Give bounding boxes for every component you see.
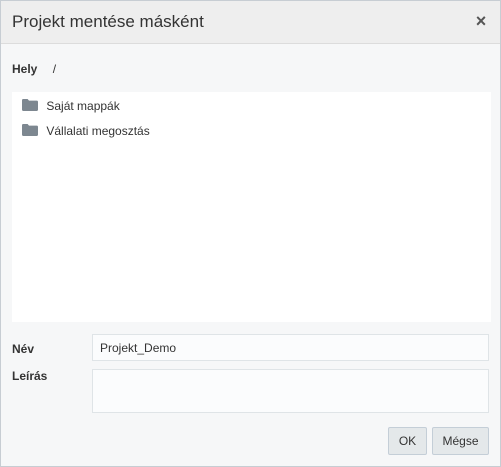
location-path[interactable]: / (53, 62, 56, 76)
folder-label: Saját mappák (46, 98, 120, 113)
location-label: Hely (12, 62, 38, 76)
dialog-header: Projekt mentése másként × (1, 1, 500, 44)
folder-item-my-folders[interactable]: Saját mappák (22, 97, 120, 113)
ok-button[interactable]: OK (388, 427, 427, 455)
folder-icon (22, 98, 38, 111)
description-input[interactable] (92, 369, 489, 413)
dialog-title: Projekt mentése másként (12, 12, 204, 31)
close-icon[interactable]: × (474, 11, 488, 31)
folder-item-company-share[interactable]: Vállalati megosztás (22, 122, 150, 138)
name-input[interactable] (92, 334, 489, 361)
folder-icon (22, 123, 38, 136)
save-as-dialog: Projekt mentése másként × Hely / Saját m… (0, 0, 501, 467)
folder-label: Vállalati megosztás (46, 123, 150, 138)
cancel-button[interactable]: Mégse (432, 427, 489, 455)
name-label: Név (12, 342, 35, 356)
description-label: Leírás (12, 369, 48, 383)
folder-list: Saját mappák Vállalati megosztás (12, 92, 491, 322)
location-row: Hely / (12, 62, 56, 76)
